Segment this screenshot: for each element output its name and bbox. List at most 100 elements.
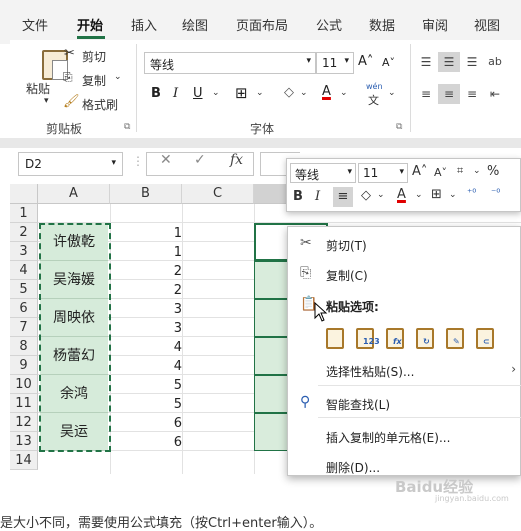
menu-item-smart-lookup[interactable]: ⚲ 智能查找(L): [288, 391, 521, 415]
align-bottom-icon[interactable]: ☰: [461, 52, 483, 72]
fill-color-icon[interactable]: ◇: [284, 85, 294, 100]
paste-dropdown-icon[interactable]: ▾: [44, 96, 49, 106]
percent-icon[interactable]: %: [487, 164, 499, 179]
cell-value[interactable]: 6: [160, 416, 182, 431]
format-painter-icon[interactable]: 🖌: [63, 94, 80, 109]
chevron-down-icon[interactable]: ⌄: [415, 190, 423, 200]
tab-home[interactable]: 开始: [77, 15, 103, 34]
select-all-corner[interactable]: [10, 184, 38, 204]
menu-item-copy[interactable]: ⎘ 复制(C): [288, 262, 521, 286]
row-header[interactable]: 8: [10, 337, 38, 356]
column-header-c[interactable]: C: [182, 184, 254, 204]
paste-option-formulas-icon[interactable]: fx: [384, 326, 408, 352]
row-header[interactable]: 14: [10, 451, 38, 470]
align-center-icon[interactable]: ≡: [438, 84, 460, 104]
format-painter-button[interactable]: 格式刷: [82, 96, 118, 113]
increase-font-icon[interactable]: A˄: [412, 164, 427, 179]
paste-option-link-icon[interactable]: ⊂: [474, 326, 498, 352]
row-header[interactable]: 10: [10, 375, 38, 394]
underline-button[interactable]: U: [193, 86, 203, 101]
cut-button[interactable]: 剪切: [82, 48, 106, 65]
row-header[interactable]: 13: [10, 432, 38, 451]
mini-font-name-combo[interactable]: 等线 ▾: [290, 163, 356, 183]
font-color-icon[interactable]: A: [397, 187, 406, 202]
dialog-launcher-icon[interactable]: ⧉: [124, 122, 130, 132]
row-header[interactable]: 5: [10, 280, 38, 299]
chevron-down-icon[interactable]: ⌄: [377, 190, 385, 200]
fill-color-icon[interactable]: ◇: [361, 188, 371, 203]
merged-cell-name[interactable]: 杨蕾幻: [40, 337, 108, 375]
cell-value[interactable]: 4: [160, 359, 182, 374]
copy-icon[interactable]: ⎘: [63, 70, 73, 85]
chevron-down-icon[interactable]: ⌄: [300, 88, 308, 98]
tab-file[interactable]: 文件: [22, 15, 48, 34]
menu-item-delete[interactable]: 删除(D)...: [288, 454, 521, 478]
font-size-combo[interactable]: 11 ▾: [316, 52, 354, 74]
row-header[interactable]: 7: [10, 318, 38, 337]
decrease-font-icon[interactable]: A˅: [434, 166, 447, 179]
number-format-icon[interactable]: ⌗: [457, 164, 463, 178]
merged-cell-name[interactable]: 吴海媛: [40, 261, 108, 299]
mini-bold-button[interactable]: B: [293, 189, 303, 204]
increase-font-icon[interactable]: A˄: [358, 54, 373, 69]
row-header[interactable]: 1: [10, 204, 38, 223]
chevron-down-icon[interactable]: ⌄: [340, 88, 348, 98]
mini-align-center-icon[interactable]: ≡: [333, 187, 353, 207]
tab-insert[interactable]: 插入: [131, 15, 157, 34]
mini-font-size-combo[interactable]: 11 ▾: [358, 163, 408, 183]
chevron-down-icon[interactable]: ⌄: [449, 190, 457, 200]
row-header[interactable]: 6: [10, 299, 38, 318]
cell-value[interactable]: 5: [160, 397, 182, 412]
increase-decimal-icon[interactable]: ⁺⁰: [467, 188, 476, 199]
tab-data[interactable]: 数据: [369, 15, 395, 34]
tab-view[interactable]: 视图: [474, 15, 500, 34]
chevron-down-icon[interactable]: ⌄: [212, 88, 220, 98]
tab-formulas[interactable]: 公式: [316, 15, 342, 34]
merged-cell-name[interactable]: 余鸿: [40, 375, 108, 413]
paste-button-label[interactable]: 粘贴: [26, 80, 50, 97]
paste-option-formatting-icon[interactable]: ✎: [444, 326, 468, 352]
orientation-icon[interactable]: ab: [484, 52, 506, 72]
cell-value[interactable]: 1: [160, 245, 182, 260]
align-middle-icon[interactable]: ☰: [438, 52, 460, 72]
merged-cell-name[interactable]: 周映依: [40, 299, 108, 337]
menu-item-cut[interactable]: ✂ 剪切(T): [288, 232, 521, 256]
cell-value[interactable]: 3: [160, 302, 182, 317]
tab-page-layout[interactable]: 页面布局: [236, 15, 288, 34]
phonetic-guide-icon[interactable]: wén: [366, 82, 383, 91]
cell-value[interactable]: 2: [160, 264, 182, 279]
borders-icon[interactable]: ⊞: [431, 187, 442, 202]
dialog-launcher-icon[interactable]: ⧉: [396, 122, 402, 132]
cell-value[interactable]: 3: [160, 321, 182, 336]
insert-function-icon[interactable]: fx: [230, 152, 243, 168]
align-right-icon[interactable]: ≡: [461, 84, 483, 104]
cell-value[interactable]: 4: [160, 340, 182, 355]
row-header[interactable]: 2: [10, 223, 38, 242]
chevron-down-icon[interactable]: ⌄: [473, 166, 481, 176]
decrease-decimal-icon[interactable]: ⁻⁰: [491, 188, 500, 199]
row-header[interactable]: 11: [10, 394, 38, 413]
scissors-icon[interactable]: ✂: [64, 46, 75, 61]
font-name-combo[interactable]: 等线 ▾: [144, 52, 316, 74]
cell-value[interactable]: 1: [160, 226, 182, 241]
paste-option-paste-icon[interactable]: [324, 326, 348, 352]
row-header[interactable]: 12: [10, 413, 38, 432]
name-box[interactable]: D2 ▾: [18, 152, 123, 176]
cell-value[interactable]: 2: [160, 283, 182, 298]
tab-review[interactable]: 审阅: [422, 15, 448, 34]
tab-draw[interactable]: 绘图: [182, 15, 208, 34]
enter-icon[interactable]: ✓: [194, 152, 206, 168]
merged-cell-name[interactable]: 吴运: [40, 413, 108, 451]
chevron-down-icon[interactable]: ⌄: [114, 72, 122, 82]
italic-button[interactable]: I: [173, 86, 178, 101]
paste-option-values-icon[interactable]: 123: [354, 326, 380, 352]
borders-icon[interactable]: ⊞: [235, 84, 248, 102]
bold-button[interactable]: B: [151, 86, 161, 101]
cell-value[interactable]: 6: [160, 435, 182, 450]
row-header[interactable]: 4: [10, 261, 38, 280]
indent-icon[interactable]: ⇤: [484, 84, 506, 104]
chevron-down-icon[interactable]: ⌄: [388, 88, 396, 98]
font-color-icon[interactable]: A: [322, 84, 331, 99]
align-left-icon[interactable]: ≡: [415, 84, 437, 104]
align-top-icon[interactable]: ☰: [415, 52, 437, 72]
